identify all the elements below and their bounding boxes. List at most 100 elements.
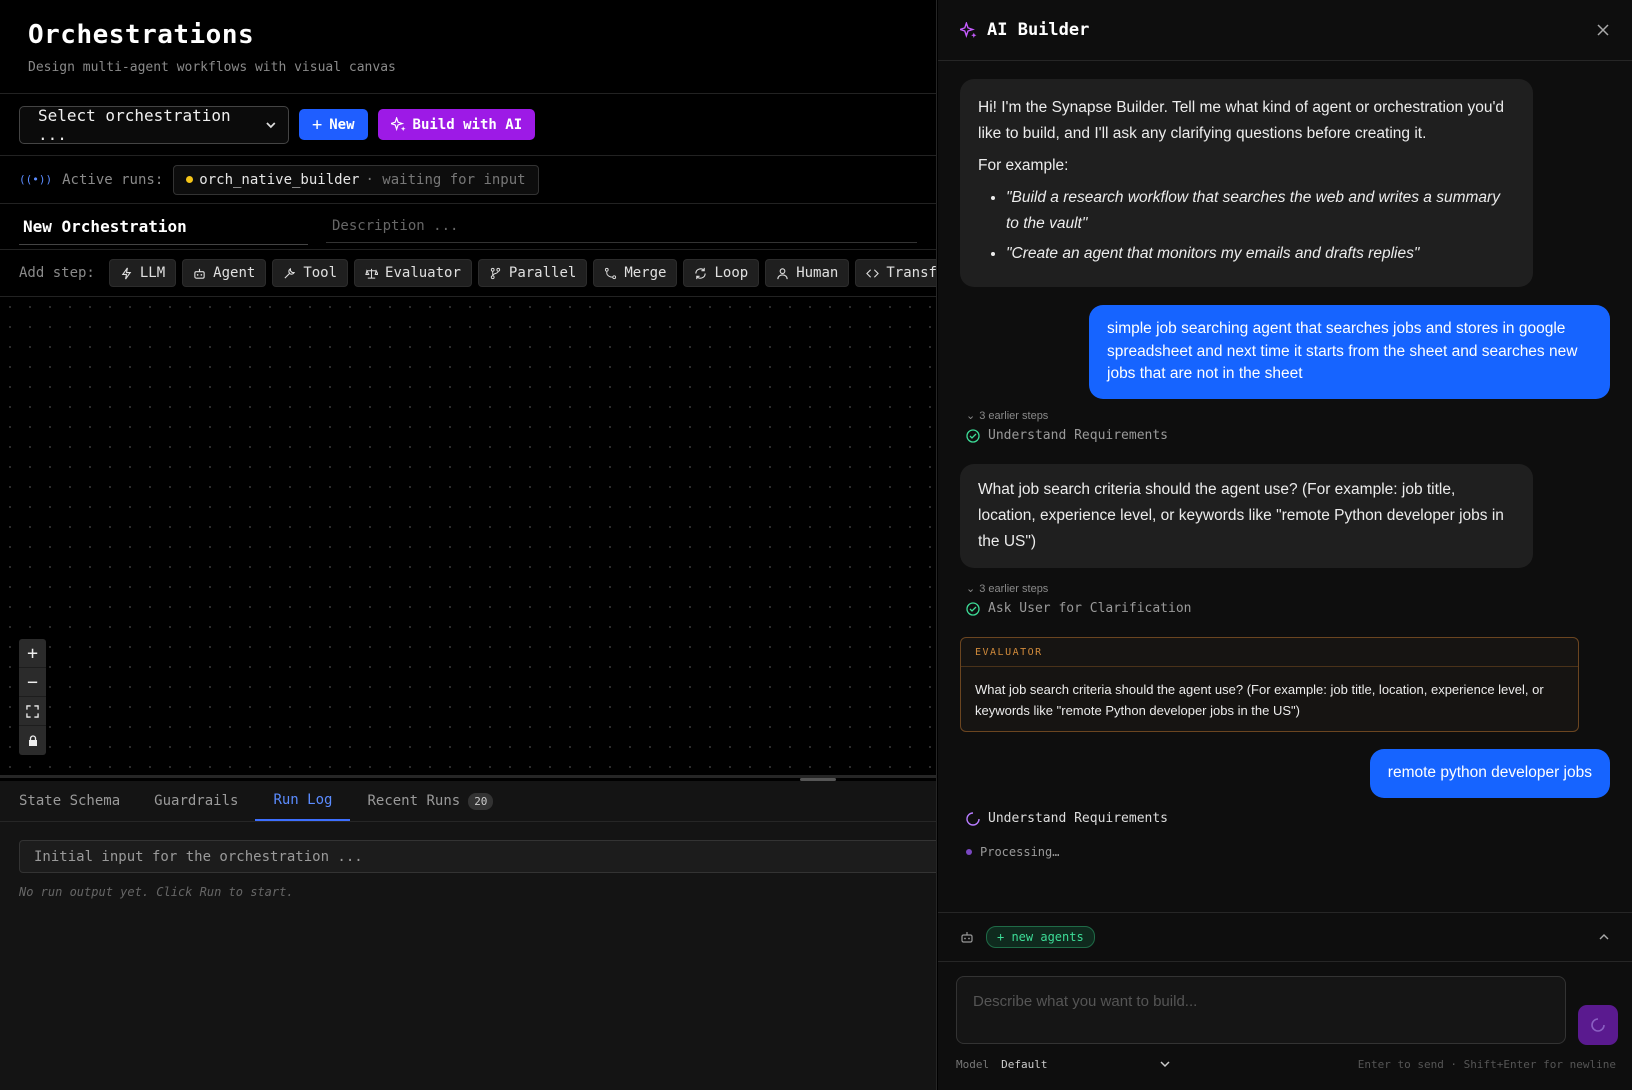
run-status: · waiting for input bbox=[365, 171, 526, 188]
evaluator-text: What job search criteria should the agen… bbox=[975, 682, 1544, 718]
step-label: LLM bbox=[139, 265, 166, 281]
step-llm-button[interactable]: LLM bbox=[108, 259, 177, 287]
model-select[interactable]: Default bbox=[1001, 1058, 1171, 1071]
chevron-down-icon: ⌄ bbox=[966, 583, 976, 595]
step-label: Loop bbox=[714, 265, 749, 281]
assistant-question: What job search criteria should the agen… bbox=[978, 481, 1504, 550]
sparkles-icon bbox=[390, 117, 406, 132]
spinner-icon bbox=[1591, 1018, 1605, 1032]
completed-step: Understand Requirements bbox=[966, 428, 1168, 443]
toolbar: Select orchestration ... + New Build wit… bbox=[0, 94, 936, 156]
assistant-message: Hi! I'm the Synapse Builder. Tell me wha… bbox=[960, 79, 1533, 287]
agents-left: + new agents bbox=[960, 926, 1095, 948]
step-label: Tool bbox=[303, 265, 338, 281]
step-loop-button[interactable]: Loop bbox=[683, 259, 760, 287]
new-button[interactable]: + New bbox=[299, 109, 368, 140]
tab-label: Recent Runs bbox=[367, 793, 461, 809]
step-merge-button[interactable]: Merge bbox=[593, 259, 678, 287]
tab-state-schema[interactable]: State Schema bbox=[19, 781, 137, 821]
earlier-steps-label: 3 earlier steps bbox=[979, 409, 1049, 422]
step-agent-button[interactable]: Agent bbox=[182, 259, 267, 287]
branch-icon bbox=[490, 267, 501, 279]
run-log-empty-text: No run output yet. Click Run to start. bbox=[19, 885, 294, 899]
tab-run-log[interactable]: Run Log bbox=[255, 781, 351, 821]
add-step-bar: Add step: LLM Agent Tool Evaluator Paral… bbox=[0, 250, 936, 297]
active-runs-bar: ((•)) Active runs: orch_native_builder ·… bbox=[0, 156, 936, 204]
panel-divider[interactable] bbox=[0, 775, 936, 778]
count-badge: 20 bbox=[468, 792, 494, 810]
step-transform-button[interactable]: Transform bbox=[855, 259, 937, 287]
tab-recent-runs[interactable]: Recent Runs 20 bbox=[350, 781, 510, 821]
example-heading: For example: bbox=[978, 157, 1069, 174]
ai-builder-title-group: AI Builder bbox=[960, 20, 1089, 40]
zoom-controls: + − bbox=[19, 639, 46, 755]
earlier-steps-label: 3 earlier steps bbox=[979, 582, 1049, 595]
page-title: Orchestrations bbox=[28, 20, 255, 50]
step-label: Evaluator bbox=[385, 265, 461, 281]
description-input[interactable]: Description ... bbox=[326, 210, 917, 243]
page-subtitle: Design multi-agent workflows with visual… bbox=[28, 60, 396, 75]
step-label: Merge bbox=[624, 265, 667, 281]
orchestrations-pane: Orchestrations Design multi-agent workfl… bbox=[0, 0, 937, 1090]
processing-text: Processing… bbox=[980, 845, 1060, 859]
earlier-steps-toggle[interactable]: ⌄ 3 earlier steps bbox=[966, 409, 1049, 423]
bolt-icon bbox=[121, 267, 132, 279]
loop-icon bbox=[695, 267, 707, 279]
model-value: Default bbox=[1001, 1058, 1048, 1071]
step-name: Ask User for Clarification bbox=[988, 601, 1192, 616]
step-name: Understand Requirements bbox=[988, 428, 1169, 443]
step-label: Agent bbox=[213, 265, 256, 281]
plus-icon: + bbox=[27, 642, 38, 664]
step-human-button[interactable]: Human bbox=[765, 259, 850, 287]
add-step-label: Add step: bbox=[19, 265, 95, 281]
check-circle-icon bbox=[966, 428, 980, 443]
merge-icon bbox=[605, 267, 617, 279]
code-icon bbox=[866, 268, 880, 278]
workflow-canvas[interactable]: + − bbox=[0, 297, 936, 775]
lock-button[interactable] bbox=[19, 726, 46, 755]
chevron-up-icon[interactable] bbox=[1598, 931, 1610, 943]
chevron-down-icon: ⌄ bbox=[966, 410, 976, 422]
step-label: Human bbox=[796, 265, 839, 281]
step-parallel-button[interactable]: Parallel bbox=[477, 259, 588, 287]
wrench-icon bbox=[284, 267, 296, 279]
chevron-down-icon bbox=[1160, 1061, 1170, 1068]
example-item: "Build a research workflow that searches… bbox=[1006, 185, 1515, 237]
tab-guardrails[interactable]: Guardrails bbox=[137, 781, 255, 821]
send-button[interactable] bbox=[1578, 1005, 1618, 1045]
composer-footer: Model Default Enter to send · Shift+Ente… bbox=[956, 1058, 1616, 1071]
zoom-out-button[interactable]: − bbox=[19, 668, 46, 697]
active-run-chip[interactable]: orch_native_builder · waiting for input bbox=[173, 164, 539, 195]
orchestration-select-value: Select orchestration ... bbox=[38, 105, 231, 144]
orchestration-select[interactable]: Select orchestration ... bbox=[19, 105, 289, 144]
step-evaluator-button[interactable]: Evaluator bbox=[354, 259, 472, 287]
page-header: Orchestrations Design multi-agent workfl… bbox=[0, 0, 936, 94]
ai-builder-title: AI Builder bbox=[987, 20, 1090, 40]
evaluator-card: EVALUATOR What job search criteria shoul… bbox=[960, 637, 1579, 732]
close-icon[interactable] bbox=[1596, 23, 1610, 37]
lock-icon bbox=[28, 734, 37, 746]
user-message: simple job searching agent that searches… bbox=[1089, 305, 1610, 399]
robot-icon bbox=[961, 932, 973, 943]
orchestration-meta: New Orchestration Description ... bbox=[0, 204, 936, 250]
earlier-steps-toggle[interactable]: ⌄ 3 earlier steps bbox=[966, 582, 1049, 596]
step-tool-button[interactable]: Tool bbox=[272, 259, 349, 287]
scale-icon bbox=[365, 268, 379, 279]
model-label: Model bbox=[956, 1058, 990, 1071]
ai-builder-panel: AI Builder Hi! I'm the Synapse Builder. … bbox=[938, 0, 1632, 1090]
fit-view-button[interactable] bbox=[19, 697, 46, 726]
check-circle-icon bbox=[966, 601, 980, 616]
initial-input-field[interactable]: Initial input for the orchestration ... bbox=[19, 840, 936, 873]
example-list: "Build a research workflow that searches… bbox=[1006, 185, 1515, 267]
active-runs-label: Active runs: bbox=[62, 171, 164, 188]
step-label: Transform bbox=[886, 265, 937, 281]
intro-text: Hi! I'm the Synapse Builder. Tell me wha… bbox=[978, 99, 1505, 142]
orchestration-name-input[interactable]: New Orchestration bbox=[19, 209, 308, 245]
build-with-ai-button[interactable]: Build with AI bbox=[377, 109, 536, 140]
user-icon bbox=[777, 267, 788, 279]
new-agents-pill[interactable]: + new agents bbox=[986, 926, 1095, 948]
completed-step: Ask User for Clarification bbox=[966, 601, 1192, 616]
message-input[interactable]: Describe what you want to build... bbox=[956, 976, 1566, 1044]
sparkles-icon bbox=[960, 21, 977, 38]
zoom-in-button[interactable]: + bbox=[19, 639, 46, 668]
